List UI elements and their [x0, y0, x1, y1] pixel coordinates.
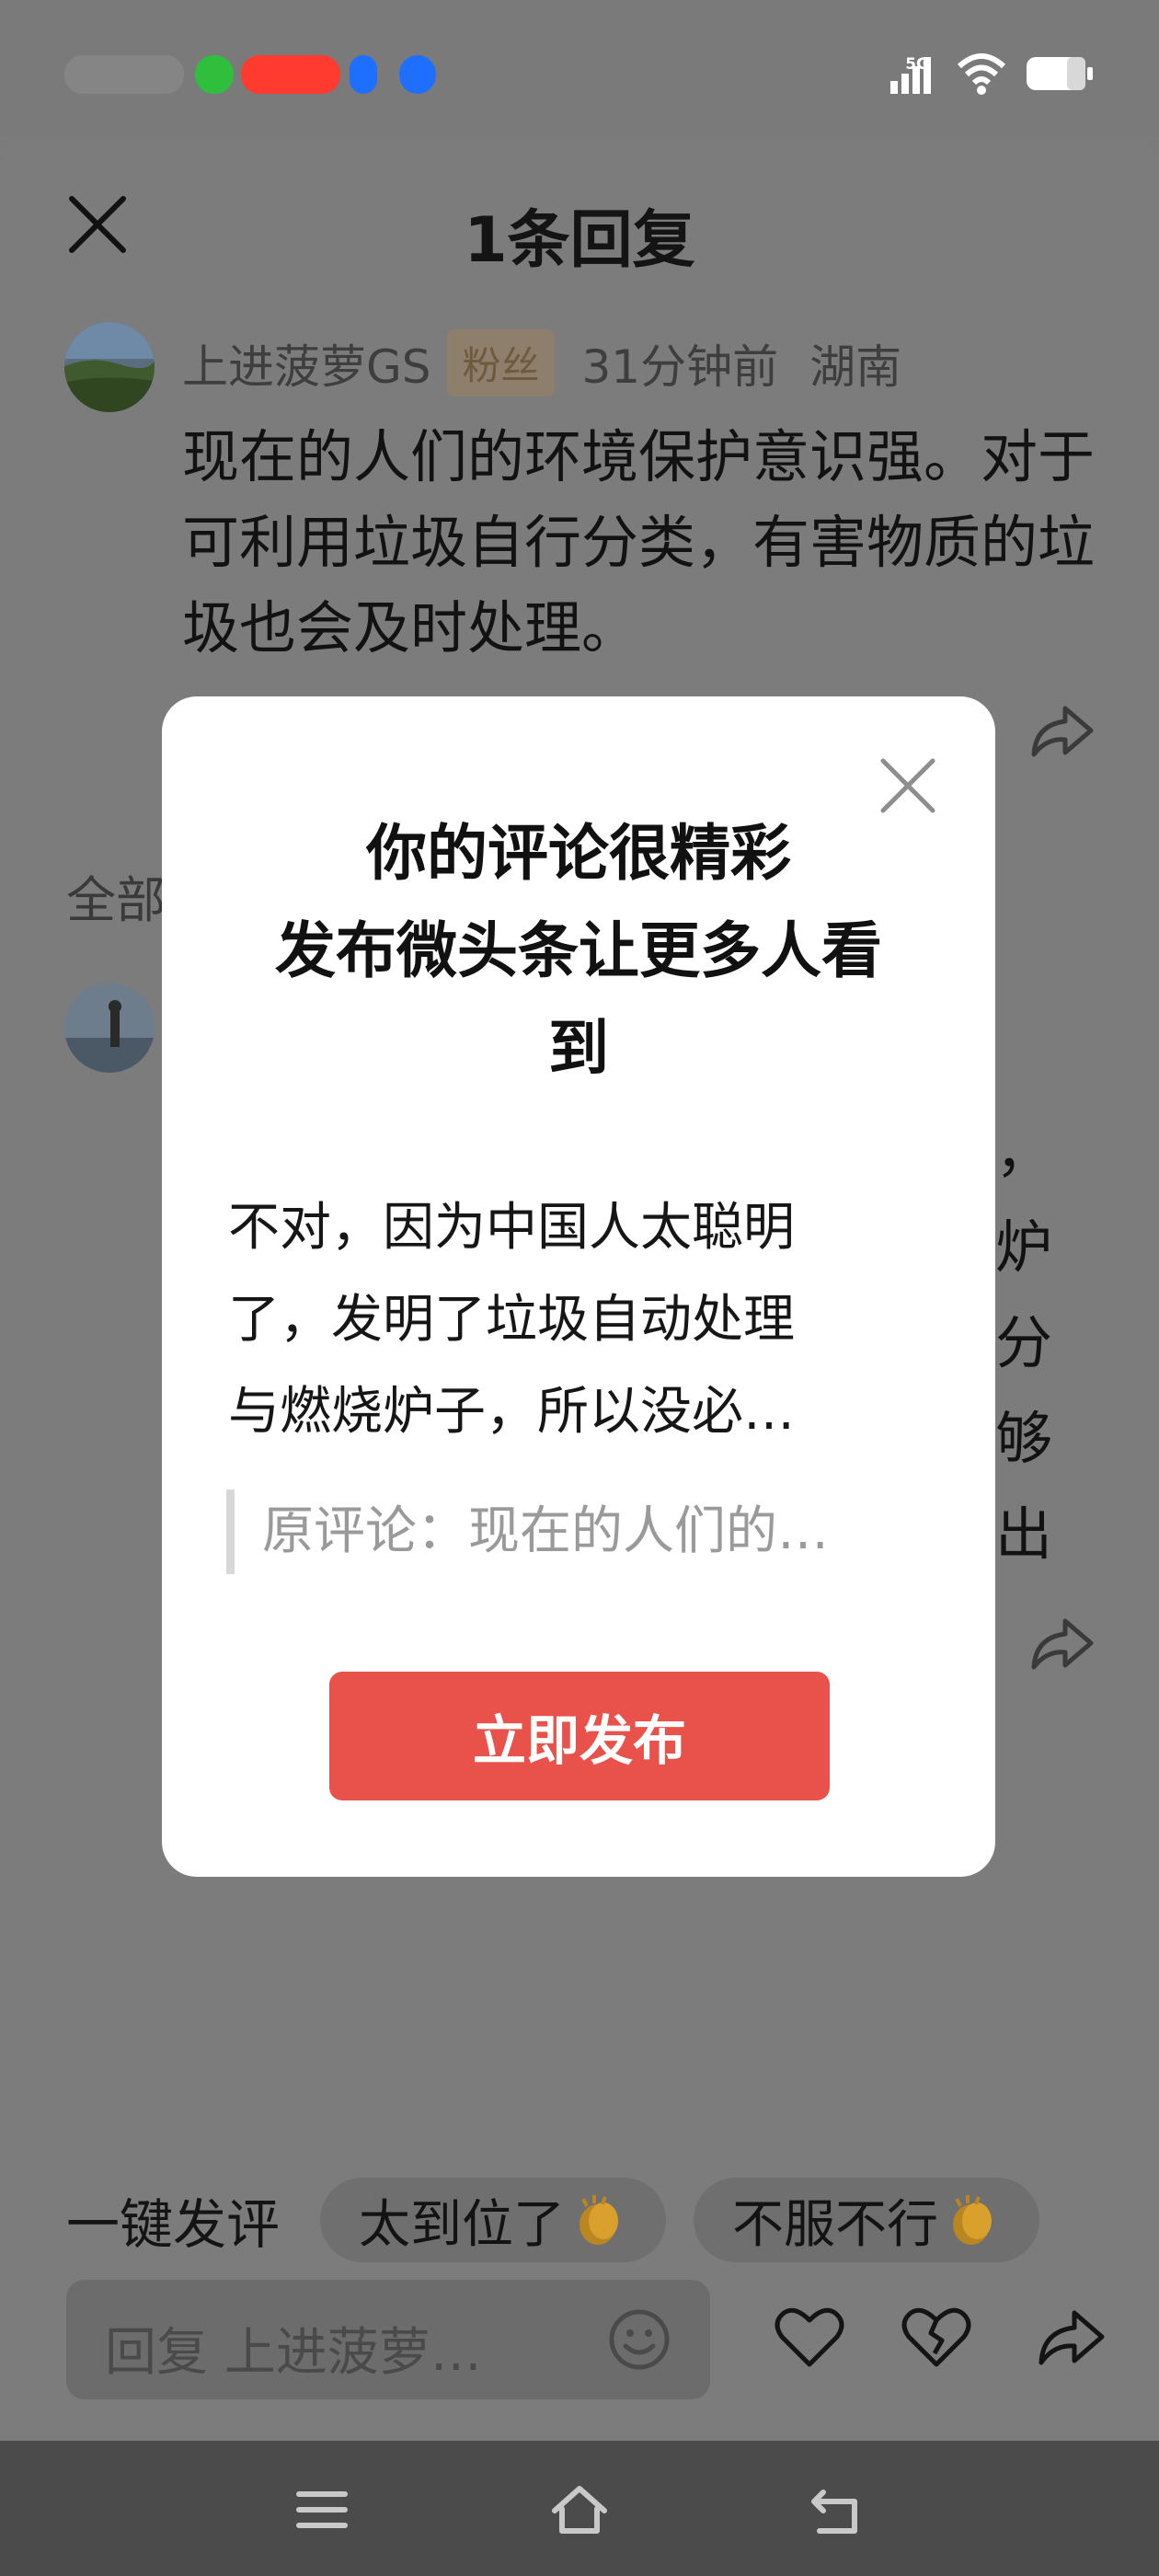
publish-button[interactable]: 立即发布 — [329, 1672, 830, 1800]
app-screen: 5G 1条回复 上进菠萝GS 粉丝 31分钟前 湖南 现在的人们的环境保护意识强… — [0, 0, 1159, 2576]
partial-char: 出 — [995, 1501, 1053, 1568]
dialog-title-line: 发布微头条让更多人看 — [275, 915, 882, 986]
fan-badge: 粉丝 — [447, 329, 555, 397]
clap-icon — [953, 2195, 993, 2245]
emoji-icon[interactable] — [607, 2307, 671, 2372]
preview-line: 了，发明了垃圾自动处理 — [228, 1290, 795, 1350]
partial-char: 炉 — [995, 1213, 1053, 1281]
menu-icon[interactable] — [290, 2478, 354, 2542]
sheet-title: 1条回复 — [464, 204, 695, 277]
quick-reply-row: 一键发评 太到位了 不服不行 — [66, 2176, 1124, 2264]
redacted-text — [64, 55, 184, 94]
preview-line: 与燃烧炉子，所以没必… — [228, 1382, 795, 1442]
partial-char: 分 — [995, 1309, 1053, 1376]
clap-icon — [580, 2195, 619, 2245]
quick-reply-chip[interactable]: 不服不行 — [694, 2178, 1040, 2262]
redacted-mark-red — [241, 55, 340, 94]
heart-icon[interactable] — [773, 2300, 846, 2374]
dialog-comment-preview: 不对，因为中国人太聪明 了，发明了垃圾自动处理 与燃烧炉子，所以没必… — [228, 1182, 890, 1458]
dialog-title-line: 到 — [548, 1013, 609, 1084]
author-name[interactable]: 上进菠萝GS — [182, 330, 430, 397]
reply-input[interactable]: 回复 上进菠萝… — [66, 2280, 710, 2399]
avatar-image — [64, 322, 155, 412]
partial-char: ， — [995, 1118, 1053, 1185]
status-icons — [885, 52, 1095, 96]
publish-dialog: 你的评论很精彩 发布微头条让更多人看 到 不对，因为中国人太聪明 了，发明了垃圾… — [162, 696, 995, 1877]
partial-reply-text: ， 炉 分 够 出 — [995, 1104, 1052, 1582]
chip-label: 不服不行 — [732, 2194, 939, 2255]
redacted-mark-blue-2 — [399, 55, 436, 94]
avatar[interactable] — [64, 983, 155, 1073]
redacted-mark-blue — [350, 55, 377, 94]
wifi-icon — [957, 53, 1006, 95]
share-icon[interactable] — [1034, 2300, 1107, 2374]
quick-reply-chip[interactable]: 太到位了 — [320, 2178, 667, 2262]
back-icon[interactable] — [805, 2478, 869, 2542]
broken-heart-icon[interactable] — [900, 2300, 973, 2374]
signal-icon — [890, 57, 931, 94]
comment-meta: 上进菠萝GS 粉丝 31分钟前 湖南 — [182, 329, 901, 397]
redacted-mark-green — [195, 55, 234, 94]
avatar[interactable] — [64, 322, 155, 412]
share-icon[interactable] — [1027, 699, 1096, 764]
partial-char: 够 — [995, 1405, 1053, 1472]
comment-time: 31分钟前 — [581, 339, 779, 394]
dialog-title-line: 你的评论很精彩 — [366, 818, 791, 889]
share-icon[interactable] — [1027, 1612, 1096, 1676]
reply-placeholder: 回复 上进菠萝… — [105, 2323, 482, 2383]
home-icon[interactable] — [547, 2478, 612, 2542]
quick-reply-label: 一键发评 — [66, 2193, 281, 2256]
comment-location: 湖南 — [809, 339, 902, 394]
all-replies-label: 全部 — [66, 871, 166, 929]
chip-label: 太到位了 — [359, 2194, 566, 2255]
comment-text: 现在的人们的环境保护意识强。对于可利用垃圾自行分类，有害物质的垃圾也会及时处理。 — [182, 423, 1096, 661]
status-bar: 5G — [0, 0, 1159, 136]
system-nav-bar — [0, 2441, 1159, 2576]
preview-line: 不对，因为中国人太聪明 — [228, 1198, 795, 1258]
battery-icon — [1027, 57, 1093, 90]
avatar-image — [64, 983, 155, 1073]
original-comment-quote: 原评论：现在的人们的… — [226, 1489, 907, 1574]
dialog-title: 你的评论很精彩 发布微头条让更多人看 到 — [217, 805, 940, 1098]
